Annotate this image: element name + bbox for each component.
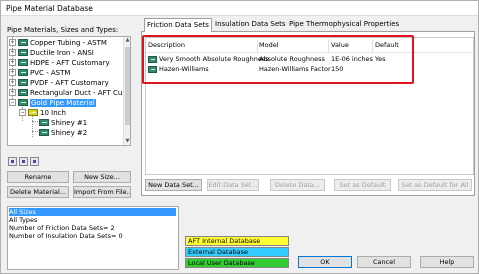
materials-label: Pipe Materials, Sizes and Types: <box>7 26 119 34</box>
legend-aft-internal-database: AFT Internal Database <box>185 236 289 246</box>
window-title: Pipe Material Database <box>6 4 93 13</box>
detail-view-icon[interactable] <box>30 157 39 166</box>
new-data-set-button[interactable]: New Data Set... <box>145 179 202 191</box>
info-line[interactable]: All Types <box>9 216 37 224</box>
tree-item-label: 10 Inch <box>40 108 66 117</box>
rename-button[interactable]: Rename <box>7 171 69 183</box>
legend-local-user-database: Local User Database <box>185 258 289 268</box>
tree-item-rectangular-duct[interactable]: + Rectangular Duct - AFT Cu <box>9 88 122 97</box>
tree-view-icon[interactable] <box>8 157 17 166</box>
expand-icon[interactable]: + <box>9 49 16 56</box>
tree-item-shiney-2[interactable]: Shiney #2 <box>39 128 87 137</box>
tab-insulation-data-sets[interactable]: Insulation Data Sets <box>215 18 286 31</box>
tree-item-gold-pipe-material[interactable]: − Gold Pipe Material <box>9 98 96 107</box>
help-button[interactable]: Help <box>420 256 474 268</box>
tree-item-hdpe[interactable]: + HDPE - AFT Customary <box>9 58 110 67</box>
info-line[interactable]: Number of Insulation Data Sets= 0 <box>9 232 123 240</box>
pipe-material-database-window: Pipe Material Database Pipe Materials, S… <box>0 0 479 274</box>
cancel-button[interactable]: Cancel <box>357 256 411 268</box>
collapse-icon[interactable]: − <box>19 109 26 116</box>
scroll-up-icon[interactable]: ▲ <box>124 37 130 44</box>
title-bar: Pipe Material Database <box>1 1 478 16</box>
tab-pipe-thermophysical-properties[interactable]: Pipe Thermophysical Properties <box>289 18 399 31</box>
tree-item-shiney-1[interactable]: Shiney #1 <box>39 118 87 127</box>
expand-icon[interactable]: + <box>9 59 16 66</box>
material-icon <box>18 69 28 76</box>
expand-icon[interactable]: + <box>9 39 16 46</box>
set-as-default-button[interactable]: Set as Default <box>334 179 391 191</box>
material-icon <box>18 99 28 106</box>
type-icon <box>39 119 49 126</box>
tree-item-label: PVDF - AFT Customary <box>30 78 109 87</box>
size-icon <box>28 109 38 116</box>
tree-item-label: PVC - ASTM <box>30 68 71 77</box>
tree-item-pvc[interactable]: + PVC - ASTM <box>9 68 70 77</box>
expand-icon[interactable]: + <box>9 69 16 76</box>
material-icon <box>18 49 28 56</box>
tree-scrollbar[interactable]: ▲ ▼ <box>123 37 130 145</box>
scroll-down-icon[interactable]: ▼ <box>124 138 130 145</box>
tree-item-label: Shiney #2 <box>51 128 88 137</box>
scroll-thumb[interactable] <box>125 47 130 125</box>
delete-material-button[interactable]: Delete Material... <box>7 186 69 198</box>
info-list[interactable]: All Sizes All Types Number of Friction D… <box>7 206 179 270</box>
tree-item-label: HDPE - AFT Customary <box>30 58 110 67</box>
import-from-file-button[interactable]: Import From File... <box>73 186 131 198</box>
tree-item-ductile-iron[interactable]: + Ductile Iron - ANSI <box>9 48 94 57</box>
edit-data-set-button[interactable]: Edit Data Set... <box>207 179 259 191</box>
material-icon <box>18 59 28 66</box>
tree-item-label: Gold Pipe Material <box>30 98 96 107</box>
material-icon <box>18 89 28 96</box>
collapse-icon[interactable]: − <box>9 99 16 106</box>
tree-item-10-inch[interactable]: − 10 Inch <box>19 108 66 117</box>
set-as-default-for-all-button[interactable]: Set as Default for All <box>398 179 472 191</box>
list-view-icon[interactable] <box>19 157 28 166</box>
tab-friction-data-sets[interactable]: Friction Data Sets <box>144 18 212 32</box>
tree-item-label: Rectangular Duct - AFT Cu <box>30 88 123 97</box>
tree-item-label: Shiney #1 <box>51 118 88 127</box>
tree-item-label: Copper Tubing - ASTM <box>30 38 107 47</box>
materials-tree[interactable]: + Copper Tubing - ASTM + Ductile Iron - … <box>7 36 131 146</box>
tree-item-label: Ductile Iron - ANSI <box>30 48 94 57</box>
expand-icon[interactable]: + <box>9 89 16 96</box>
delete-data-button[interactable]: Delete Data... <box>270 179 325 191</box>
info-line[interactable]: All Sizes <box>9 208 176 216</box>
info-line[interactable]: Number of Friction Data Sets= 2 <box>9 224 115 232</box>
tree-item-pvdf[interactable]: + PVDF - AFT Customary <box>9 78 109 87</box>
legend-external-database: External Database <box>185 247 289 257</box>
highlight-box <box>142 35 414 84</box>
material-icon <box>18 39 28 46</box>
tree-item-copper-tubing[interactable]: + Copper Tubing - ASTM <box>9 38 107 47</box>
material-icon <box>18 79 28 86</box>
type-icon <box>39 129 49 136</box>
expand-icon[interactable]: + <box>9 79 16 86</box>
ok-button[interactable]: OK <box>298 256 352 268</box>
new-size-button[interactable]: New Size... <box>73 171 131 183</box>
